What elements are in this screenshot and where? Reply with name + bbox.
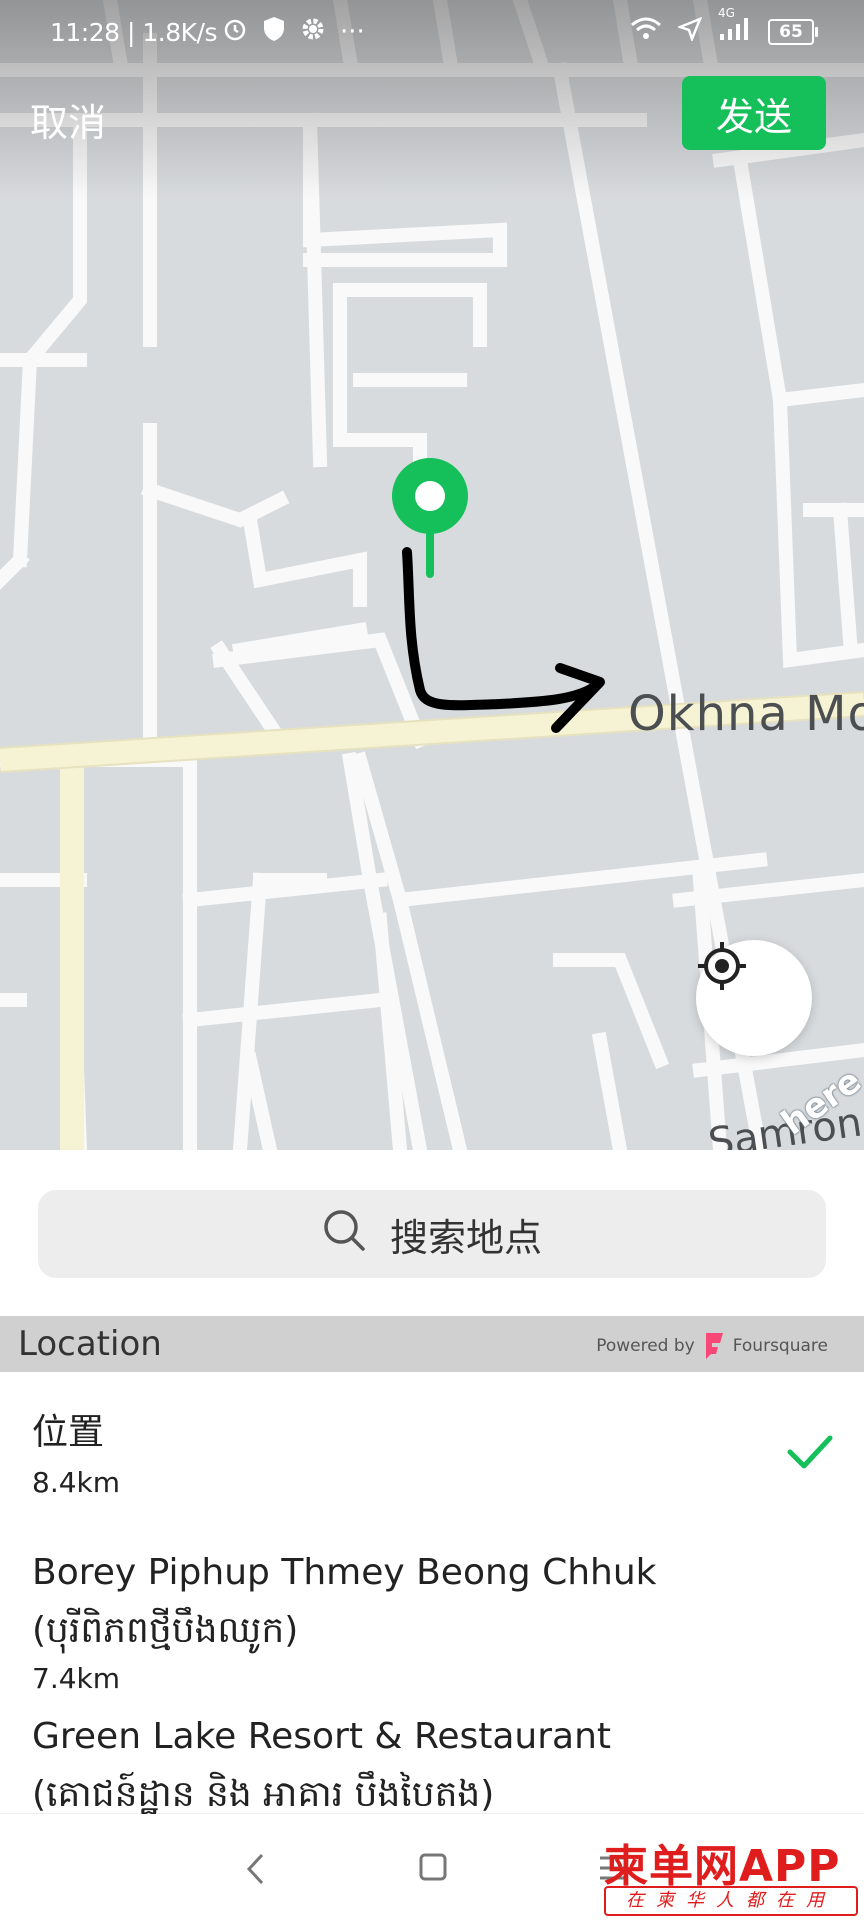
back-icon[interactable] [242,1852,272,1890]
map-view[interactable]: Okhna Mo Samron here [0,0,864,1150]
wifi-icon [630,17,662,47]
powered-by-label: Powered by [596,1336,695,1356]
place-name-local: (បុរីពិភពថ្មីបឹងឈូក) [32,1610,299,1651]
home-icon[interactable] [418,1852,448,1886]
watermark: 柬单网APP 在柬华人都在用 [604,1830,858,1916]
location-pin-icon [392,458,468,578]
list-item[interactable]: 位置 8.4km [0,1374,864,1538]
search-placeholder: 搜索地点 [389,1215,542,1260]
list-item[interactable]: Borey Piphup Thmey Beong Chhuk (បុរីពិភព… [0,1538,864,1708]
street-label: Okhna Mo [628,686,864,742]
alarm-icon [222,16,248,48]
battery-icon: 65 [768,19,818,45]
place-distance: 7.4km [32,1662,121,1695]
status-time: 11:28 | 1.8K/s [50,18,217,47]
place-name: Green Lake Resort & Restaurant [32,1716,612,1757]
status-bar: 11:28 | 1.8K/s ··· 4G 65 [0,0,864,66]
watermark-sub: 在柬华人都在用 [604,1886,858,1916]
search-icon [322,1208,366,1261]
send-button[interactable]: 发送 [682,76,826,150]
search-input[interactable]: 搜索地点 [38,1190,826,1278]
gear-icon [300,16,326,48]
arrow-annotation [402,547,605,733]
checkmark-icon [786,1432,834,1476]
place-name: 位置 [32,1412,105,1453]
network-label: 4G [718,6,735,20]
section-title: Location [18,1324,162,1364]
list-item[interactable]: Green Lake Resort & Restaurant (គោជន៍ដ្ឋ… [0,1708,864,1828]
powered-by-provider: Foursquare [732,1336,828,1356]
location-sheet: 搜索地点 Location Powered by Foursquare 位置 8… [0,1150,864,1842]
my-location-button[interactable] [696,940,812,1056]
shield-icon [262,16,286,48]
place-distance: 8.4km [32,1466,121,1499]
more-icon: ··· [340,17,365,47]
powered-by: Powered by Foursquare [596,1331,828,1361]
places-list: 位置 8.4km Borey Piphup Thmey Beong Chhuk … [0,1374,864,1828]
signal-icon: 4G [718,6,752,48]
watermark-main: 柬单网APP [604,1841,841,1892]
place-name: Borey Piphup Thmey Beong Chhuk [32,1552,657,1593]
cancel-button[interactable]: 取消 [30,92,106,147]
foursquare-logo-icon [703,1331,725,1361]
section-header: Location Powered by Foursquare [0,1316,864,1372]
location-arrow-icon [676,16,703,47]
